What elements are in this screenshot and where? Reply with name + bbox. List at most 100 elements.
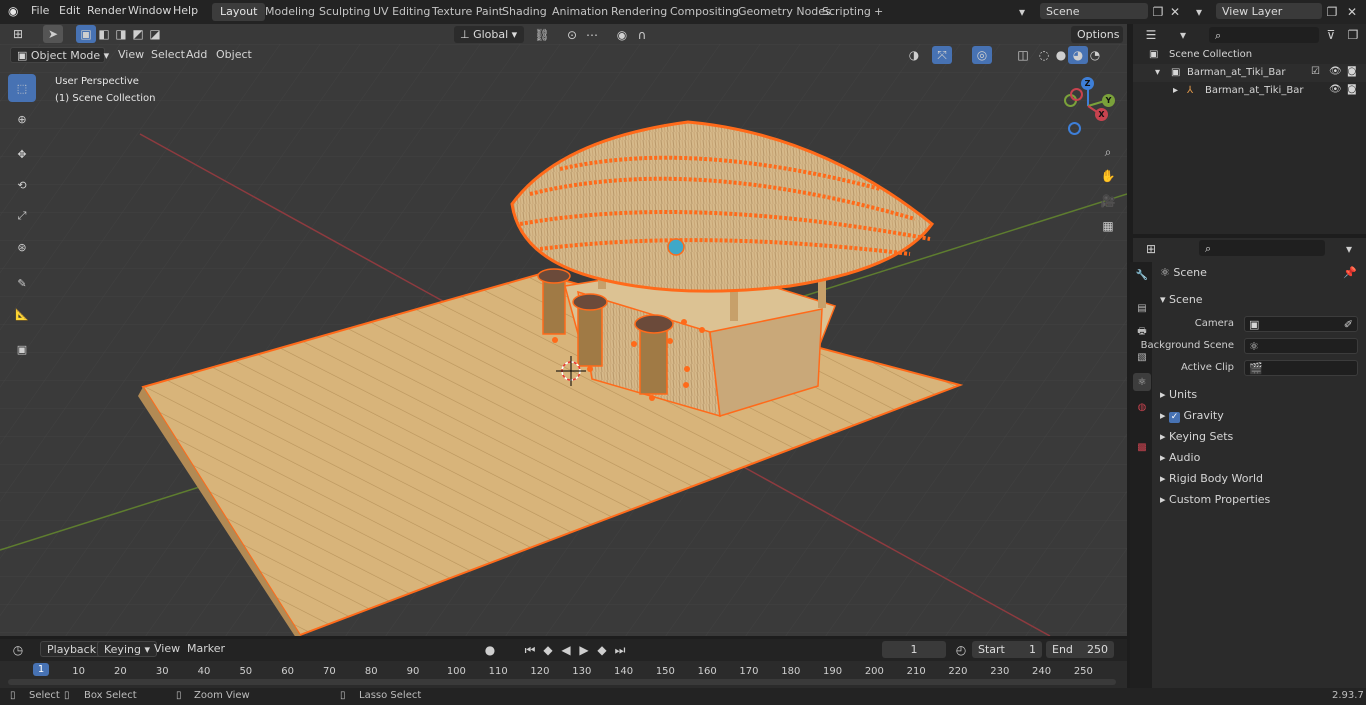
armature-joint[interactable]: [683, 382, 689, 388]
new-collection-icon[interactable]: ❐: [1343, 26, 1363, 44]
armature-joint[interactable]: [552, 337, 558, 343]
armature-joint[interactable]: [667, 338, 673, 344]
current-frame-field[interactable]: 1: [882, 641, 946, 658]
menu-file[interactable]: File: [31, 4, 49, 17]
tool-tab-icon[interactable]: 🔧: [1133, 266, 1151, 284]
ortho-toggle-icon[interactable]: ▦: [1098, 217, 1118, 235]
annotate-tool[interactable]: ✎: [8, 269, 36, 297]
options-dropdown[interactable]: Options ▾: [1071, 26, 1123, 43]
audio-subpanel[interactable]: ▸ Audio: [1160, 451, 1200, 464]
keying-sets-subpanel[interactable]: ▸ Keying Sets: [1160, 430, 1233, 443]
menu-object[interactable]: Object: [210, 47, 258, 63]
units-subpanel[interactable]: ▸ Units: [1160, 388, 1197, 401]
pivot-point-icon[interactable]: ⛓: [532, 26, 552, 44]
scale-tool[interactable]: ⤢: [8, 202, 36, 230]
gizmo-z[interactable]: Z: [1081, 77, 1094, 90]
record-icon[interactable]: ●: [480, 641, 500, 659]
bar-stool[interactable]: [572, 293, 608, 367]
select-intersect-icon[interactable]: ◪: [145, 25, 165, 43]
jump-keyframe-back-icon[interactable]: ◆: [538, 641, 558, 659]
outliner-row-scene-collection[interactable]: ▣ Scene Collection: [1133, 46, 1366, 64]
outliner-search-input[interactable]: ⌕: [1209, 27, 1319, 43]
display-mode-icon[interactable]: ▾: [1173, 26, 1193, 44]
checkbox-icon[interactable]: ☑: [1311, 66, 1320, 77]
render-tab-icon[interactable]: ▤: [1133, 299, 1151, 317]
transform-orientation-dropdown[interactable]: ⊥ Global ▾: [454, 26, 524, 43]
delete-view-layer-icon[interactable]: ✕: [1342, 3, 1362, 21]
visibility-icon[interactable]: ◑: [904, 46, 924, 64]
object-mode-dropdown[interactable]: ▣ Object Mode ▾: [10, 47, 109, 63]
scene-name-field[interactable]: Scene: [1040, 3, 1148, 19]
armature-joint[interactable]: [699, 327, 705, 333]
overlay-toggle-icon[interactable]: ◎: [972, 46, 992, 64]
bar-stool[interactable]: [634, 314, 674, 395]
outliner-row-armature[interactable]: ▸ ⅄ Barman_at_Tiki_Bar 👁 ◙: [1133, 82, 1366, 100]
gizmo-y[interactable]: Y: [1102, 94, 1115, 107]
xray-toggle-icon[interactable]: ◫: [1013, 46, 1033, 64]
world-tab-icon[interactable]: ◍: [1133, 398, 1151, 416]
pan-hand-icon[interactable]: ✋: [1098, 167, 1118, 185]
3d-viewport[interactable]: User Perspective (1) Scene Collection ⬚ …: [0, 44, 1127, 636]
custom-properties-subpanel[interactable]: ▸ Custom Properties: [1160, 493, 1270, 506]
expand-arrow-icon[interactable]: ▸: [1173, 85, 1178, 96]
gravity-subpanel[interactable]: ▸ ✓ Gravity: [1160, 409, 1224, 423]
proportional-edit-icon[interactable]: ◉: [612, 26, 632, 44]
camera-icon[interactable]: ◙: [1347, 66, 1357, 77]
gizmo-neg-x[interactable]: [1070, 88, 1083, 101]
camera-view-icon[interactable]: 🎥: [1098, 192, 1118, 210]
gravity-checkbox[interactable]: ✓: [1169, 412, 1181, 423]
jump-end-icon[interactable]: ⏭: [610, 641, 630, 659]
eyedropper-icon[interactable]: ✐: [1344, 318, 1353, 331]
scene-panel-header[interactable]: ▾ Scene: [1160, 293, 1203, 306]
armature-joint[interactable]: [681, 319, 687, 325]
editor-type-icon[interactable]: ⊞: [8, 25, 28, 43]
select-new-icon[interactable]: ▣: [76, 25, 96, 43]
menu-window[interactable]: Window: [128, 4, 171, 17]
armature-joint[interactable]: [631, 341, 637, 347]
outliner-editor-type-icon[interactable]: ☰: [1141, 26, 1161, 44]
view-layer-selector-icon[interactable]: ▾: [1189, 3, 1209, 21]
armature-joint[interactable]: [649, 395, 655, 401]
camera-icon[interactable]: ◙: [1347, 84, 1357, 95]
bar-stool[interactable]: [537, 268, 571, 335]
armature-joint[interactable]: [587, 366, 593, 372]
delete-scene-icon[interactable]: ✕: [1165, 3, 1185, 21]
jump-start-icon[interactable]: ⏮: [520, 641, 540, 659]
gizmo-x[interactable]: X: [1095, 108, 1108, 121]
navigation-gizmo[interactable]: Z Y X: [1060, 74, 1120, 135]
gizmo-toggle-icon[interactable]: ⤧: [932, 46, 952, 64]
current-frame-marker[interactable]: 1: [33, 663, 49, 676]
timeline-editor-type-icon[interactable]: ◷: [8, 641, 28, 659]
measure-tool[interactable]: 📐: [8, 300, 36, 328]
texture-tab-icon[interactable]: ▩: [1133, 438, 1151, 456]
view-layer-field[interactable]: View Layer: [1216, 3, 1322, 19]
rendered-shading-icon[interactable]: ◔: [1085, 46, 1105, 64]
snap-target-icon[interactable]: ⋯: [582, 26, 602, 44]
armature-joint[interactable]: [684, 366, 690, 372]
play-icon[interactable]: ▶: [574, 641, 594, 659]
transform-tool[interactable]: ⊛: [8, 233, 36, 261]
background-scene-field[interactable]: ⚛: [1244, 338, 1358, 354]
pin-icon[interactable]: 📌: [1343, 266, 1357, 279]
camera-field[interactable]: ▣ ✐: [1244, 316, 1358, 332]
eye-icon[interactable]: 👁: [1329, 84, 1342, 95]
menu-edit[interactable]: Edit: [59, 4, 80, 17]
properties-editor-type-icon[interactable]: ⊞: [1141, 240, 1161, 258]
start-frame-field[interactable]: Start 1: [972, 641, 1042, 658]
properties-search-input[interactable]: ⌕: [1199, 240, 1325, 256]
select-box-tool[interactable]: ⬚: [8, 74, 36, 102]
play-reverse-icon[interactable]: ◀: [556, 641, 576, 659]
barman-figure[interactable]: [667, 238, 685, 256]
cursor-tool[interactable]: ⊕: [8, 105, 36, 133]
preview-range-icon[interactable]: ◴: [951, 641, 971, 659]
menu-render[interactable]: Render: [87, 4, 126, 17]
menu-add[interactable]: Add: [180, 47, 213, 63]
scene-selector-icon[interactable]: ▾: [1012, 3, 1032, 21]
zoom-icon[interactable]: ⌕: [1098, 143, 1118, 161]
gizmo-neg-z[interactable]: [1068, 122, 1081, 135]
active-clip-field[interactable]: 🎬: [1244, 360, 1358, 376]
snap-toggle-icon[interactable]: ⊙: [562, 26, 582, 44]
blender-logo-icon[interactable]: ◉: [8, 4, 18, 18]
timeline-marker-menu[interactable]: Marker: [181, 641, 231, 657]
scene-tab-icon[interactable]: ⚛: [1133, 373, 1151, 391]
